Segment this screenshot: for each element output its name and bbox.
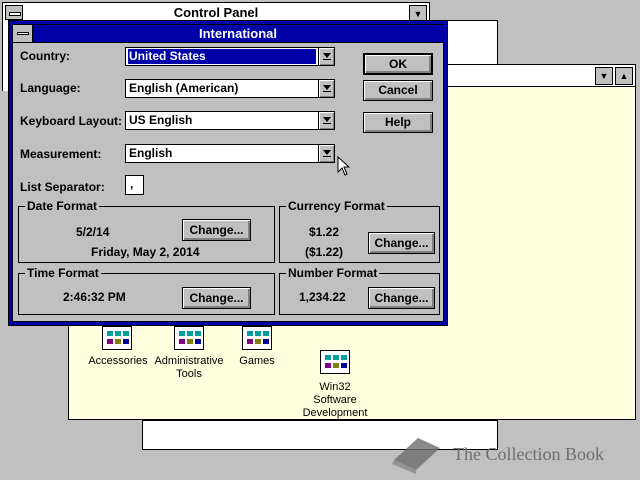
language-value: English (American)	[129, 81, 239, 95]
number-format-group: Number Format 1,234.22 Change...	[279, 266, 440, 315]
measurement-label: Measurement:	[20, 147, 102, 161]
measurement-select[interactable]: English	[125, 144, 335, 163]
accessories-label[interactable]: Accessories	[84, 355, 152, 368]
dialog-titlebar: International	[13, 25, 443, 43]
language-dropdown-icon[interactable]	[318, 80, 334, 97]
accessories-icon[interactable]	[102, 326, 132, 350]
keyboard-layout-dropdown-icon[interactable]	[318, 112, 334, 129]
date-format-change-button[interactable]: Change...	[182, 219, 251, 241]
international-dialog: International Country: United States Lan…	[8, 20, 448, 326]
time-format-change-button[interactable]: Change...	[182, 287, 251, 309]
country-value: United States	[128, 49, 316, 64]
currency-format-positive: $1.22	[309, 225, 340, 239]
dialog-system-menu-icon[interactable]	[13, 25, 33, 42]
cancel-button[interactable]: Cancel	[363, 80, 433, 101]
time-format-group: Time Format 2:46:32 PM Change...	[18, 266, 275, 315]
language-select[interactable]: English (American)	[125, 79, 335, 98]
watermark-text: The Collection Book	[453, 444, 604, 464]
list-separator-input[interactable]: ,	[125, 175, 144, 195]
date-format-group: Date Format 5/2/14 Friday, May 2, 2014 C…	[18, 199, 275, 263]
help-button[interactable]: Help	[363, 112, 433, 133]
book-logo-icon	[392, 438, 440, 474]
currency-format-negative: ($1.22)	[305, 245, 344, 259]
number-format-change-button[interactable]: Change...	[368, 287, 435, 309]
win32-software-development-icon[interactable]	[320, 350, 350, 374]
measurement-value: English	[129, 146, 173, 160]
games-label[interactable]: Games	[232, 355, 282, 368]
list-separator-label: List Separator:	[20, 180, 105, 194]
list-separator-value: ,	[130, 177, 134, 191]
currency-format-change-button[interactable]: Change...	[368, 232, 435, 254]
measurement-dropdown-icon[interactable]	[318, 145, 334, 162]
date-format-long: Friday, May 2, 2014	[91, 245, 200, 259]
country-label: Country:	[20, 49, 70, 63]
language-label: Language:	[20, 81, 81, 95]
currency-format-title: Currency Format	[286, 199, 387, 213]
win32-software-development-label[interactable]: Win32 Software Development	[298, 381, 372, 420]
games-icon[interactable]	[242, 326, 272, 350]
country-dropdown-icon[interactable]	[318, 48, 334, 65]
mouse-cursor-icon	[337, 156, 351, 176]
dialog-title: International	[198, 26, 277, 41]
time-format-title: Time Format	[25, 266, 101, 280]
number-format-value: 1,234.22	[299, 290, 346, 304]
keyboard-layout-label: Keyboard Layout:	[20, 114, 123, 128]
group-window-minimize-icon[interactable]: ▼	[595, 67, 613, 85]
currency-format-group: Currency Format $1.22 ($1.22) Change...	[279, 199, 440, 263]
administrative-tools-label[interactable]: Administrative Tools	[150, 355, 228, 381]
keyboard-layout-select[interactable]: US English	[125, 111, 335, 130]
number-format-title: Number Format	[286, 266, 380, 280]
date-format-short: 5/2/14	[76, 225, 110, 239]
country-select[interactable]: United States	[125, 47, 335, 66]
date-format-title: Date Format	[25, 199, 100, 213]
keyboard-layout-value: US English	[129, 113, 193, 127]
ok-button[interactable]: OK	[363, 53, 433, 75]
group-window-maximize-icon[interactable]: ▲	[615, 67, 633, 85]
time-format-value: 2:46:32 PM	[63, 290, 126, 304]
administrative-tools-icon[interactable]	[174, 326, 204, 350]
